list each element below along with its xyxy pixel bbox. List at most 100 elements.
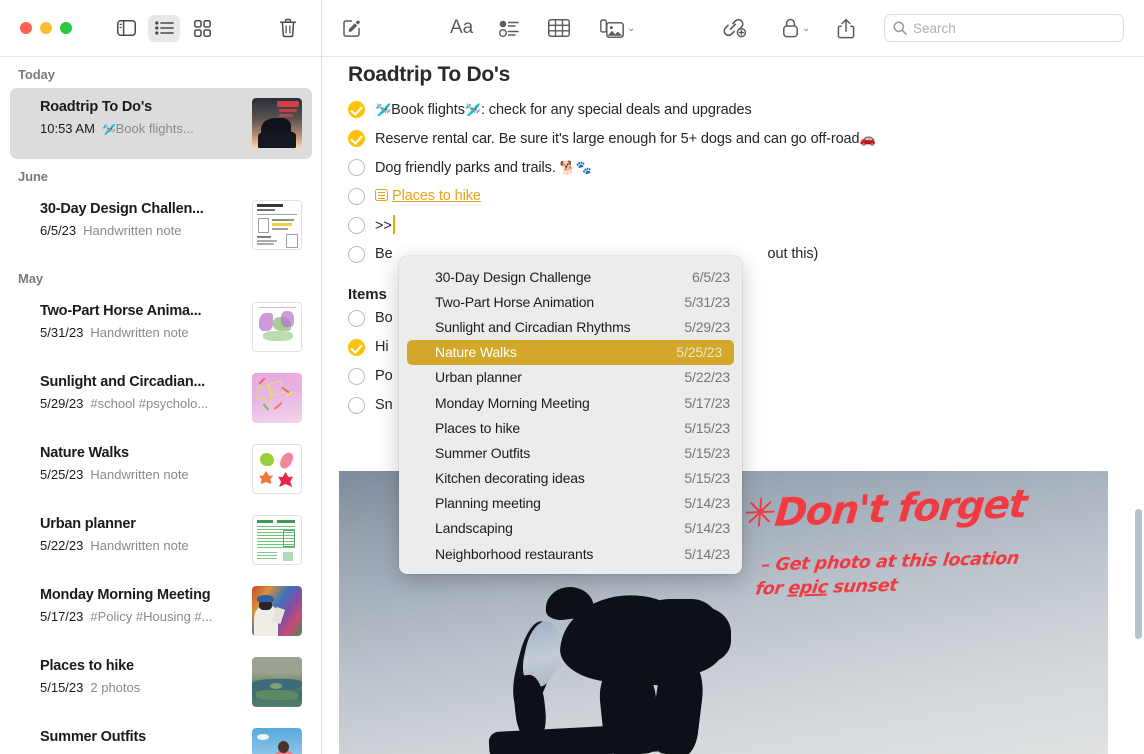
- checklist-item[interactable]: Dog friendly parks and trails. 🐕🐾: [348, 157, 1144, 186]
- checklist-tail: : check for any special deals and upgrad…: [481, 102, 752, 118]
- chevron-down-icon[interactable]: ⌄: [802, 23, 810, 34]
- format-button[interactable]: Aa: [450, 14, 473, 42]
- autocomplete-item[interactable]: Two-Part Horse Animation 5/31/23: [399, 289, 742, 314]
- checklist-item-editing[interactable]: >>: [348, 215, 1144, 244]
- note-thumbnail: [252, 586, 302, 636]
- share-icon[interactable]: [837, 14, 855, 42]
- scrollbar-thumb[interactable]: [1135, 509, 1142, 639]
- note-meta: 10:53 AM🛩️Book flights...: [40, 120, 244, 139]
- note-list-item-design-challenge[interactable]: 30-Day Design Challen... 6/5/23Handwritt…: [10, 190, 312, 261]
- note-link-autocomplete[interactable]: 30-Day Design Challenge 6/5/23 Two-Part …: [399, 256, 742, 574]
- checkbox-checked[interactable]: [348, 339, 365, 356]
- note-link[interactable]: Places to hike: [392, 188, 481, 204]
- autocomplete-title: Landscaping: [435, 520, 513, 536]
- note-list-item-monday-meeting[interactable]: Monday Morning Meeting 5/17/23#Policy #H…: [10, 576, 312, 647]
- handwriting-annotation: ✳Don't forget – Get photo at this locati…: [744, 487, 1026, 596]
- autocomplete-item-selected[interactable]: Nature Walks 5/25/23: [407, 340, 734, 365]
- plane-emoji: 🛩️: [465, 102, 481, 117]
- checkbox-unchecked[interactable]: [348, 310, 365, 327]
- note-list-item-summer-outfits[interactable]: Summer Outfits: [10, 718, 312, 754]
- gallery-view-icon[interactable]: [186, 15, 218, 42]
- note-list-item-urban-planner[interactable]: Urban planner 5/22/23Handwritten note: [10, 505, 312, 576]
- note-snippet: 2 photos: [90, 680, 140, 695]
- note-date: 5/15/23: [40, 680, 83, 695]
- checklist-item-note-link[interactable]: Places to hike: [348, 186, 1144, 215]
- autocomplete-date: 5/17/23: [684, 395, 730, 411]
- checklist-item[interactable]: Reserve rental car. Be sure it's large e…: [348, 128, 1144, 157]
- autocomplete-date: 5/31/23: [684, 294, 730, 310]
- autocomplete-item[interactable]: Summer Outfits 5/15/23: [399, 440, 742, 465]
- chevron-down-icon[interactable]: ⌄: [627, 23, 635, 34]
- dog-paw-emoji: 🐕🐾: [560, 160, 592, 175]
- link-icon[interactable]: [722, 14, 746, 42]
- autocomplete-title: Two-Part Horse Animation: [435, 294, 594, 310]
- note-list-item-places-to-hike[interactable]: Places to hike 5/15/232 photos: [10, 647, 312, 718]
- search-input[interactable]: [884, 14, 1124, 42]
- note-list-item-horse-animation[interactable]: Two-Part Horse Anima... 5/31/23Handwritt…: [10, 292, 312, 363]
- table-icon[interactable]: [548, 14, 570, 42]
- note-snippet: Handwritten note: [83, 223, 181, 238]
- autocomplete-date: 6/5/23: [692, 269, 730, 285]
- minimize-button[interactable]: [40, 22, 52, 34]
- note-link-icon: [375, 189, 388, 201]
- checkbox-unchecked[interactable]: [348, 188, 365, 205]
- list-view-icon[interactable]: [148, 15, 180, 42]
- autocomplete-item[interactable]: Neighborhood restaurants 5/14/23: [399, 541, 742, 566]
- checkbox-checked[interactable]: [348, 130, 365, 147]
- checkbox-checked[interactable]: [348, 101, 365, 118]
- compose-icon[interactable]: [342, 14, 362, 42]
- note-title: Roadtrip To Do's: [40, 98, 244, 117]
- lock-icon[interactable]: ⌄: [782, 14, 810, 42]
- autocomplete-item[interactable]: Planning meeting 5/14/23: [399, 491, 742, 516]
- autocomplete-date: 5/14/23: [684, 520, 730, 536]
- note-snippet: Handwritten note: [90, 325, 188, 340]
- checkbox-unchecked[interactable]: [348, 368, 365, 385]
- note-date: 5/25/23: [40, 467, 83, 482]
- handwriting-line-2: for epic sunset: [754, 572, 1027, 599]
- note-date: 5/31/23: [40, 325, 83, 340]
- zoom-button[interactable]: [60, 22, 72, 34]
- autocomplete-title: Places to hike: [435, 420, 520, 436]
- checklist-text: Dog friendly parks and trails. 🐕🐾: [375, 157, 592, 179]
- note-snippet: Handwritten note: [90, 467, 188, 482]
- checklist-label: Book flights: [391, 102, 465, 118]
- checklist: 🛩️Book flights🛩️: check for any special …: [322, 87, 1144, 273]
- checklist-text: Bo: [375, 308, 393, 329]
- checklist-icon[interactable]: [499, 14, 519, 42]
- checkbox-unchecked[interactable]: [348, 246, 365, 263]
- checklist-label: Dog friendly parks and trails.: [375, 160, 560, 176]
- note-list-item-circadian[interactable]: Sunlight and Circadian... 5/29/23#school…: [10, 363, 312, 434]
- checkbox-unchecked[interactable]: [348, 217, 365, 234]
- checklist-item[interactable]: 🛩️Book flights🛩️: check for any special …: [348, 99, 1144, 128]
- note-date: 5/29/23: [40, 396, 83, 411]
- autocomplete-item[interactable]: Urban planner 5/22/23: [399, 365, 742, 390]
- note-meta: 6/5/23Handwritten note: [40, 222, 244, 239]
- note-date: 10:53 AM: [40, 121, 95, 136]
- checkbox-unchecked[interactable]: [348, 159, 365, 176]
- autocomplete-item[interactable]: Landscaping 5/14/23: [399, 516, 742, 541]
- close-button[interactable]: [20, 22, 32, 34]
- note-title: Nature Walks: [40, 444, 244, 463]
- note-list-item-roadtrip[interactable]: Roadtrip To Do's 10:53 AM🛩️Book flights.…: [10, 88, 312, 159]
- checkbox-unchecked[interactable]: [348, 397, 365, 414]
- autocomplete-item[interactable]: Kitchen decorating ideas 5/15/23: [399, 466, 742, 491]
- autocomplete-title: Urban planner: [435, 369, 522, 385]
- autocomplete-title: Sunlight and Circadian Rhythms: [435, 319, 631, 335]
- trash-icon[interactable]: [279, 18, 297, 38]
- note-thumbnail: [252, 373, 302, 423]
- autocomplete-date: 5/22/23: [684, 369, 730, 385]
- autocomplete-title: Neighborhood restaurants: [435, 546, 593, 562]
- autocomplete-item[interactable]: 30-Day Design Challenge 6/5/23: [399, 264, 742, 289]
- sidebar-toggle-icon[interactable]: [110, 15, 142, 42]
- autocomplete-date: 5/25/23: [676, 344, 722, 360]
- note-thumbnail: [252, 200, 302, 250]
- autocomplete-item[interactable]: Monday Morning Meeting 5/17/23: [399, 390, 742, 415]
- note-snippet: #school #psycholo...: [90, 396, 208, 411]
- autocomplete-item[interactable]: Places to hike 5/15/23: [399, 415, 742, 440]
- note-list[interactable]: Today Roadtrip To Do's 10:53 AM🛩️Book fl…: [0, 57, 322, 754]
- search-field[interactable]: [913, 21, 1115, 36]
- note-title: Summer Outfits: [40, 728, 244, 747]
- note-list-item-nature-walks[interactable]: Nature Walks 5/25/23 Handwritten note: [10, 434, 312, 505]
- media-icon[interactable]: ⌄: [600, 14, 635, 42]
- autocomplete-item[interactable]: Sunlight and Circadian Rhythms 5/29/23: [399, 314, 742, 339]
